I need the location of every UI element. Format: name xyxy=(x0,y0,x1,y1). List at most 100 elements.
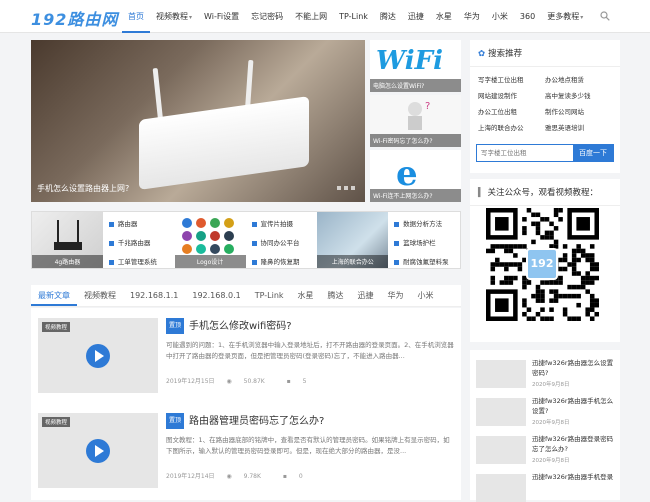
keyword-link[interactable]: 上海的联合办公 xyxy=(478,120,545,136)
recent-post-title[interactable]: 迅捷fw326r路由器手机登录 xyxy=(532,472,616,482)
nav-item-home[interactable]: 首页 xyxy=(122,0,150,33)
thumb-caption: 电脑怎么设置WiFi? xyxy=(370,79,461,92)
qr-module xyxy=(553,226,559,231)
recent-post-thumbnail[interactable] xyxy=(476,436,526,464)
article-title[interactable]: 手机怎么修改wifi密码? xyxy=(189,321,292,332)
keyword-link[interactable]: 办公地点租赁 xyxy=(545,72,612,88)
nav-item-tenda[interactable]: 腾达 xyxy=(374,0,402,33)
qr-module xyxy=(549,280,554,285)
qr-module xyxy=(553,239,559,245)
search-icon[interactable] xyxy=(600,11,610,21)
qr-module xyxy=(589,257,595,263)
qr-module xyxy=(535,226,541,231)
recent-post[interactable]: 迅捷fw326r路由器手机怎么设置? 2020年9月8日 xyxy=(476,394,616,426)
category-tag[interactable]: 视频教程 xyxy=(42,322,71,332)
qr-module xyxy=(544,230,550,236)
ad-link[interactable]: 宣传片拍摄 xyxy=(251,215,318,234)
recent-post-title[interactable]: 迅捷fw326r路由器手机怎么设置? xyxy=(532,396,616,416)
search-button[interactable]: 百度一下 xyxy=(573,145,613,161)
keyword-link[interactable]: 制作公司网站 xyxy=(545,104,612,120)
recent-post[interactable]: 迅捷fw326r路由器登录密码忘了怎么办? 2020年9月8日 xyxy=(476,432,616,464)
nav-item-forgot-password[interactable]: 忘记密码 xyxy=(245,0,289,33)
keyword-link[interactable]: 高中复读多少钱 xyxy=(545,88,612,104)
nav-item-no-internet[interactable]: 不能上网 xyxy=(289,0,333,33)
article-thumbnail[interactable]: 视频教程 xyxy=(38,318,158,393)
search-input[interactable] xyxy=(477,145,573,161)
qr-module xyxy=(513,253,518,258)
thumb-wifi-no-internet[interactable]: e Wi-Fi连不上网怎么办? xyxy=(370,150,461,202)
tab-huawei[interactable]: 华为 xyxy=(381,285,411,306)
nav-item-video[interactable]: 视频教程▾ xyxy=(150,0,198,33)
nav-item-mercury[interactable]: 水星 xyxy=(430,0,458,33)
slider-dot[interactable] xyxy=(351,186,355,190)
qr-module xyxy=(594,298,599,303)
qr-module xyxy=(589,253,595,258)
qr-module xyxy=(576,244,581,249)
qr-module xyxy=(526,307,532,312)
recent-post-title[interactable]: 迅捷fw326r路由器怎么设置密码? xyxy=(532,358,616,378)
nav-item-fast[interactable]: 迅捷 xyxy=(402,0,430,33)
recent-post-thumbnail[interactable] xyxy=(476,474,526,502)
qr-module xyxy=(495,257,500,263)
featured-slider[interactable]: 手机怎么设置路由器上网? xyxy=(31,40,365,202)
tab-192-168-0-1[interactable]: 192.168.0.1 xyxy=(185,285,247,306)
tab-mercury[interactable]: 水星 xyxy=(291,285,321,306)
thumb-wifi-password[interactable]: ? Wi-Fi密码忘了怎么办? xyxy=(370,95,461,147)
slider-dot[interactable] xyxy=(344,186,348,190)
thumb-wifi-setup[interactable]: WiFi 电脑怎么设置WiFi? xyxy=(370,40,461,92)
search-recommend-widget: ✿ 搜索推荐 写字楼工位出租 办公地点租赁 网站建设制作 高中复读多少钱 办公工位… xyxy=(470,40,620,173)
comment-icon: ▪ xyxy=(286,378,293,385)
tab-192-168-1-1[interactable]: 192.168.1.1 xyxy=(123,285,185,306)
tab-fast[interactable]: 迅捷 xyxy=(351,285,381,306)
nav-item-tplink[interactable]: TP-Link xyxy=(333,0,374,33)
keyword-link[interactable]: 写字楼工位出租 xyxy=(478,72,545,88)
tab-latest[interactable]: 最新文章 xyxy=(31,285,77,306)
ad-link[interactable]: 数据分析方法 xyxy=(394,215,460,234)
keyword-link[interactable]: 雅思英语培训 xyxy=(545,120,612,136)
keyword-link[interactable]: 网站建设制作 xyxy=(478,88,545,104)
qr-module xyxy=(535,230,541,236)
slider-dots[interactable] xyxy=(337,186,355,190)
nav-item-wifi[interactable]: Wi-Fi设置 xyxy=(198,0,245,33)
ad-link[interactable]: 千兆路由器 xyxy=(108,234,175,253)
ad-link[interactable]: 篮球场护栏 xyxy=(394,234,460,253)
tab-tplink[interactable]: TP-Link xyxy=(248,285,291,306)
article-thumbnail[interactable]: 视频教程 xyxy=(38,413,158,488)
nav-item-xiaomi[interactable]: 小米 xyxy=(486,0,514,33)
tab-tenda[interactable]: 腾达 xyxy=(321,285,351,306)
qr-module xyxy=(522,298,527,303)
nav-item-more[interactable]: 更多教程▾ xyxy=(541,0,589,33)
sidebar-search: 百度一下 xyxy=(476,144,614,162)
comments-value: 0 xyxy=(298,473,303,480)
qr-module xyxy=(522,311,527,317)
recent-post-thumbnail[interactable] xyxy=(476,398,526,426)
qr-module xyxy=(522,244,527,249)
bullet-icon xyxy=(251,221,257,227)
ad-link[interactable]: 隆鼻的恢复期 xyxy=(251,253,318,272)
ad-image-4g-router[interactable]: 4g路由器 xyxy=(32,212,103,268)
ad-link[interactable]: 协同办公平台 xyxy=(251,234,318,253)
qr-module xyxy=(535,289,541,294)
recent-post[interactable]: 迅捷fw326r路由器手机登录 xyxy=(476,470,616,502)
tab-xiaomi[interactable]: 小米 xyxy=(411,285,441,306)
nav-item-huawei[interactable]: 华为 xyxy=(458,0,486,33)
article-title[interactable]: 路由器管理员密码忘了怎么办? xyxy=(189,416,324,427)
nav-item-360[interactable]: 360 xyxy=(514,0,541,33)
qr-module xyxy=(562,307,568,312)
slider-dot[interactable] xyxy=(337,186,341,190)
keyword-link[interactable]: 办公工位出租 xyxy=(478,104,545,120)
recent-post[interactable]: 迅捷fw326r路由器怎么设置密码? 2020年9月8日 xyxy=(476,356,616,388)
ad-link[interactable]: 路由器 xyxy=(108,215,175,234)
slider-caption[interactable]: 手机怎么设置路由器上网? xyxy=(37,183,129,194)
ad-link[interactable]: 工单管理系统 xyxy=(108,253,175,272)
ad-link[interactable]: 耐腐蚀氟塑料泵 xyxy=(394,253,460,272)
play-icon[interactable] xyxy=(86,344,110,368)
site-logo[interactable]: 192路由网 xyxy=(31,6,118,30)
recent-post-title[interactable]: 迅捷fw326r路由器登录密码忘了怎么办? xyxy=(532,434,616,454)
recent-post-thumbnail[interactable] xyxy=(476,360,526,388)
ad-image-coworking[interactable]: 上海的联合办公 xyxy=(317,212,389,268)
tab-video[interactable]: 视频教程 xyxy=(77,285,123,306)
play-icon[interactable] xyxy=(86,439,110,463)
category-tag[interactable]: 视频教程 xyxy=(42,417,71,427)
ad-image-logo-design[interactable]: Logo设计 xyxy=(174,212,246,268)
